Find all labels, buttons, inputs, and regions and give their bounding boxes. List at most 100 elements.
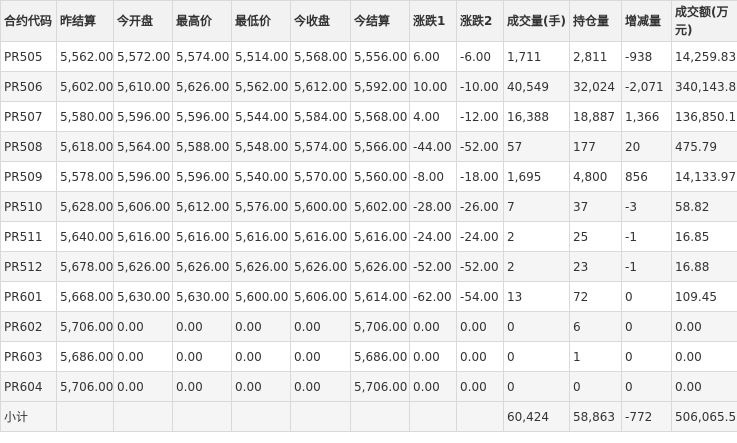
cell-open-interest: 4,800 (569, 161, 622, 192)
cell-contract-code: PR603 (0, 341, 57, 372)
cell-open-interest: 1 (569, 341, 622, 372)
cell-change1: -8.00 (409, 161, 457, 192)
subtotal-change2 (456, 401, 504, 432)
cell-settle: 5,626.00 (350, 251, 410, 282)
subtotal-open-interest: 58,863 (569, 401, 622, 432)
cell-open: 0.00 (113, 311, 173, 342)
cell-change2: -6.00 (456, 41, 504, 72)
cell-prev-settle: 5,580.00 (56, 101, 114, 132)
subtotal-close (290, 401, 351, 432)
cell-volume: 57 (503, 131, 570, 162)
cell-high: 5,626.00 (172, 71, 232, 102)
subtotal-high (172, 401, 232, 432)
subtotal-change1 (409, 401, 457, 432)
cell-contract-code: PR601 (0, 281, 57, 312)
subtotal-oi-change: -772 (621, 401, 672, 432)
header-low: 最低价 (231, 0, 291, 42)
cell-volume: 13 (503, 281, 570, 312)
cell-volume: 1,695 (503, 161, 570, 192)
table-row: PR507 5,580.00 5,596.00 5,596.00 5,544.00 5,5… (0, 101, 737, 132)
cell-change1: 4.00 (409, 101, 457, 132)
cell-prev-settle: 5,628.00 (56, 191, 114, 222)
cell-oi-change: 856 (621, 161, 672, 192)
subtotal-row: 小计 60,424 58,863 -772 506,065.57 (0, 401, 737, 432)
cell-change1: -24.00 (409, 221, 457, 252)
cell-change1: 0.00 (409, 371, 457, 402)
cell-turnover: 340,143.87 (671, 71, 737, 102)
cell-oi-change: -2,071 (621, 71, 672, 102)
cell-change1: 10.00 (409, 71, 457, 102)
cell-prev-settle: 5,602.00 (56, 71, 114, 102)
cell-high: 5,574.00 (172, 41, 232, 72)
cell-volume: 0 (503, 371, 570, 402)
cell-settle: 5,686.00 (350, 341, 410, 372)
cell-open-interest: 25 (569, 221, 622, 252)
cell-open: 5,630.00 (113, 281, 173, 312)
cell-settle: 5,706.00 (350, 371, 410, 402)
cell-high: 5,630.00 (172, 281, 232, 312)
cell-open-interest: 0 (569, 371, 622, 402)
subtotal-settle (350, 401, 410, 432)
cell-turnover: 0.00 (671, 371, 737, 402)
cell-turnover: 14,259.83 (671, 41, 737, 72)
cell-contract-code: PR604 (0, 371, 57, 402)
cell-open-interest: 2,811 (569, 41, 622, 72)
cell-contract-code: PR505 (0, 41, 57, 72)
cell-open: 5,596.00 (113, 101, 173, 132)
cell-low: 5,616.00 (231, 221, 291, 252)
subtotal-contract-code: 小计 (0, 401, 57, 432)
cell-close: 5,616.00 (290, 221, 351, 252)
cell-low: 5,600.00 (231, 281, 291, 312)
header-settle: 今结算 (350, 0, 410, 42)
cell-change2: -24.00 (456, 221, 504, 252)
cell-open-interest: 18,887 (569, 101, 622, 132)
cell-close: 5,600.00 (290, 191, 351, 222)
header-prev-settle: 昨结算 (56, 0, 114, 42)
cell-high: 0.00 (172, 371, 232, 402)
subtotal-turnover: 506,065.57 (671, 401, 737, 432)
cell-prev-settle: 5,678.00 (56, 251, 114, 282)
cell-change1: 0.00 (409, 341, 457, 372)
cell-settle: 5,602.00 (350, 191, 410, 222)
cell-low: 5,548.00 (231, 131, 291, 162)
header-row: 合约代码 昨结算 今开盘 最高价 最低价 今收盘 今结算 涨跌1 涨跌2 成交量… (0, 0, 737, 42)
cell-close: 5,574.00 (290, 131, 351, 162)
cell-prev-settle: 5,668.00 (56, 281, 114, 312)
cell-high: 5,616.00 (172, 221, 232, 252)
cell-contract-code: PR510 (0, 191, 57, 222)
cell-turnover: 16.85 (671, 221, 737, 252)
cell-contract-code: PR509 (0, 161, 57, 192)
cell-change2: -12.00 (456, 101, 504, 132)
cell-settle: 5,566.00 (350, 131, 410, 162)
cell-volume: 0 (503, 341, 570, 372)
cell-close: 0.00 (290, 371, 351, 402)
cell-settle: 5,614.00 (350, 281, 410, 312)
cell-volume: 0 (503, 311, 570, 342)
cell-volume: 1,711 (503, 41, 570, 72)
cell-volume: 16,388 (503, 101, 570, 132)
cell-low: 0.00 (231, 341, 291, 372)
cell-change2: 0.00 (456, 341, 504, 372)
cell-settle: 5,568.00 (350, 101, 410, 132)
cell-settle: 5,560.00 (350, 161, 410, 192)
cell-volume: 2 (503, 221, 570, 252)
table-row: PR604 5,706.00 0.00 0.00 0.00 0.00 5,706.00 0.0… (0, 371, 737, 402)
cell-oi-change: 0 (621, 371, 672, 402)
cell-low: 5,540.00 (231, 161, 291, 192)
cell-high: 0.00 (172, 341, 232, 372)
cell-change1: -28.00 (409, 191, 457, 222)
cell-oi-change: 0 (621, 281, 672, 312)
cell-close: 5,568.00 (290, 41, 351, 72)
cell-change1: -62.00 (409, 281, 457, 312)
cell-change2: -52.00 (456, 251, 504, 282)
cell-turnover: 0.00 (671, 341, 737, 372)
cell-open: 5,626.00 (113, 251, 173, 282)
cell-settle: 5,706.00 (350, 311, 410, 342)
cell-prev-settle: 5,640.00 (56, 221, 114, 252)
table-row: PR601 5,668.00 5,630.00 5,630.00 5,600.00 5,6… (0, 281, 737, 312)
cell-oi-change: -938 (621, 41, 672, 72)
cell-open: 5,616.00 (113, 221, 173, 252)
cell-open-interest: 72 (569, 281, 622, 312)
cell-change2: -10.00 (456, 71, 504, 102)
cell-volume: 40,549 (503, 71, 570, 102)
